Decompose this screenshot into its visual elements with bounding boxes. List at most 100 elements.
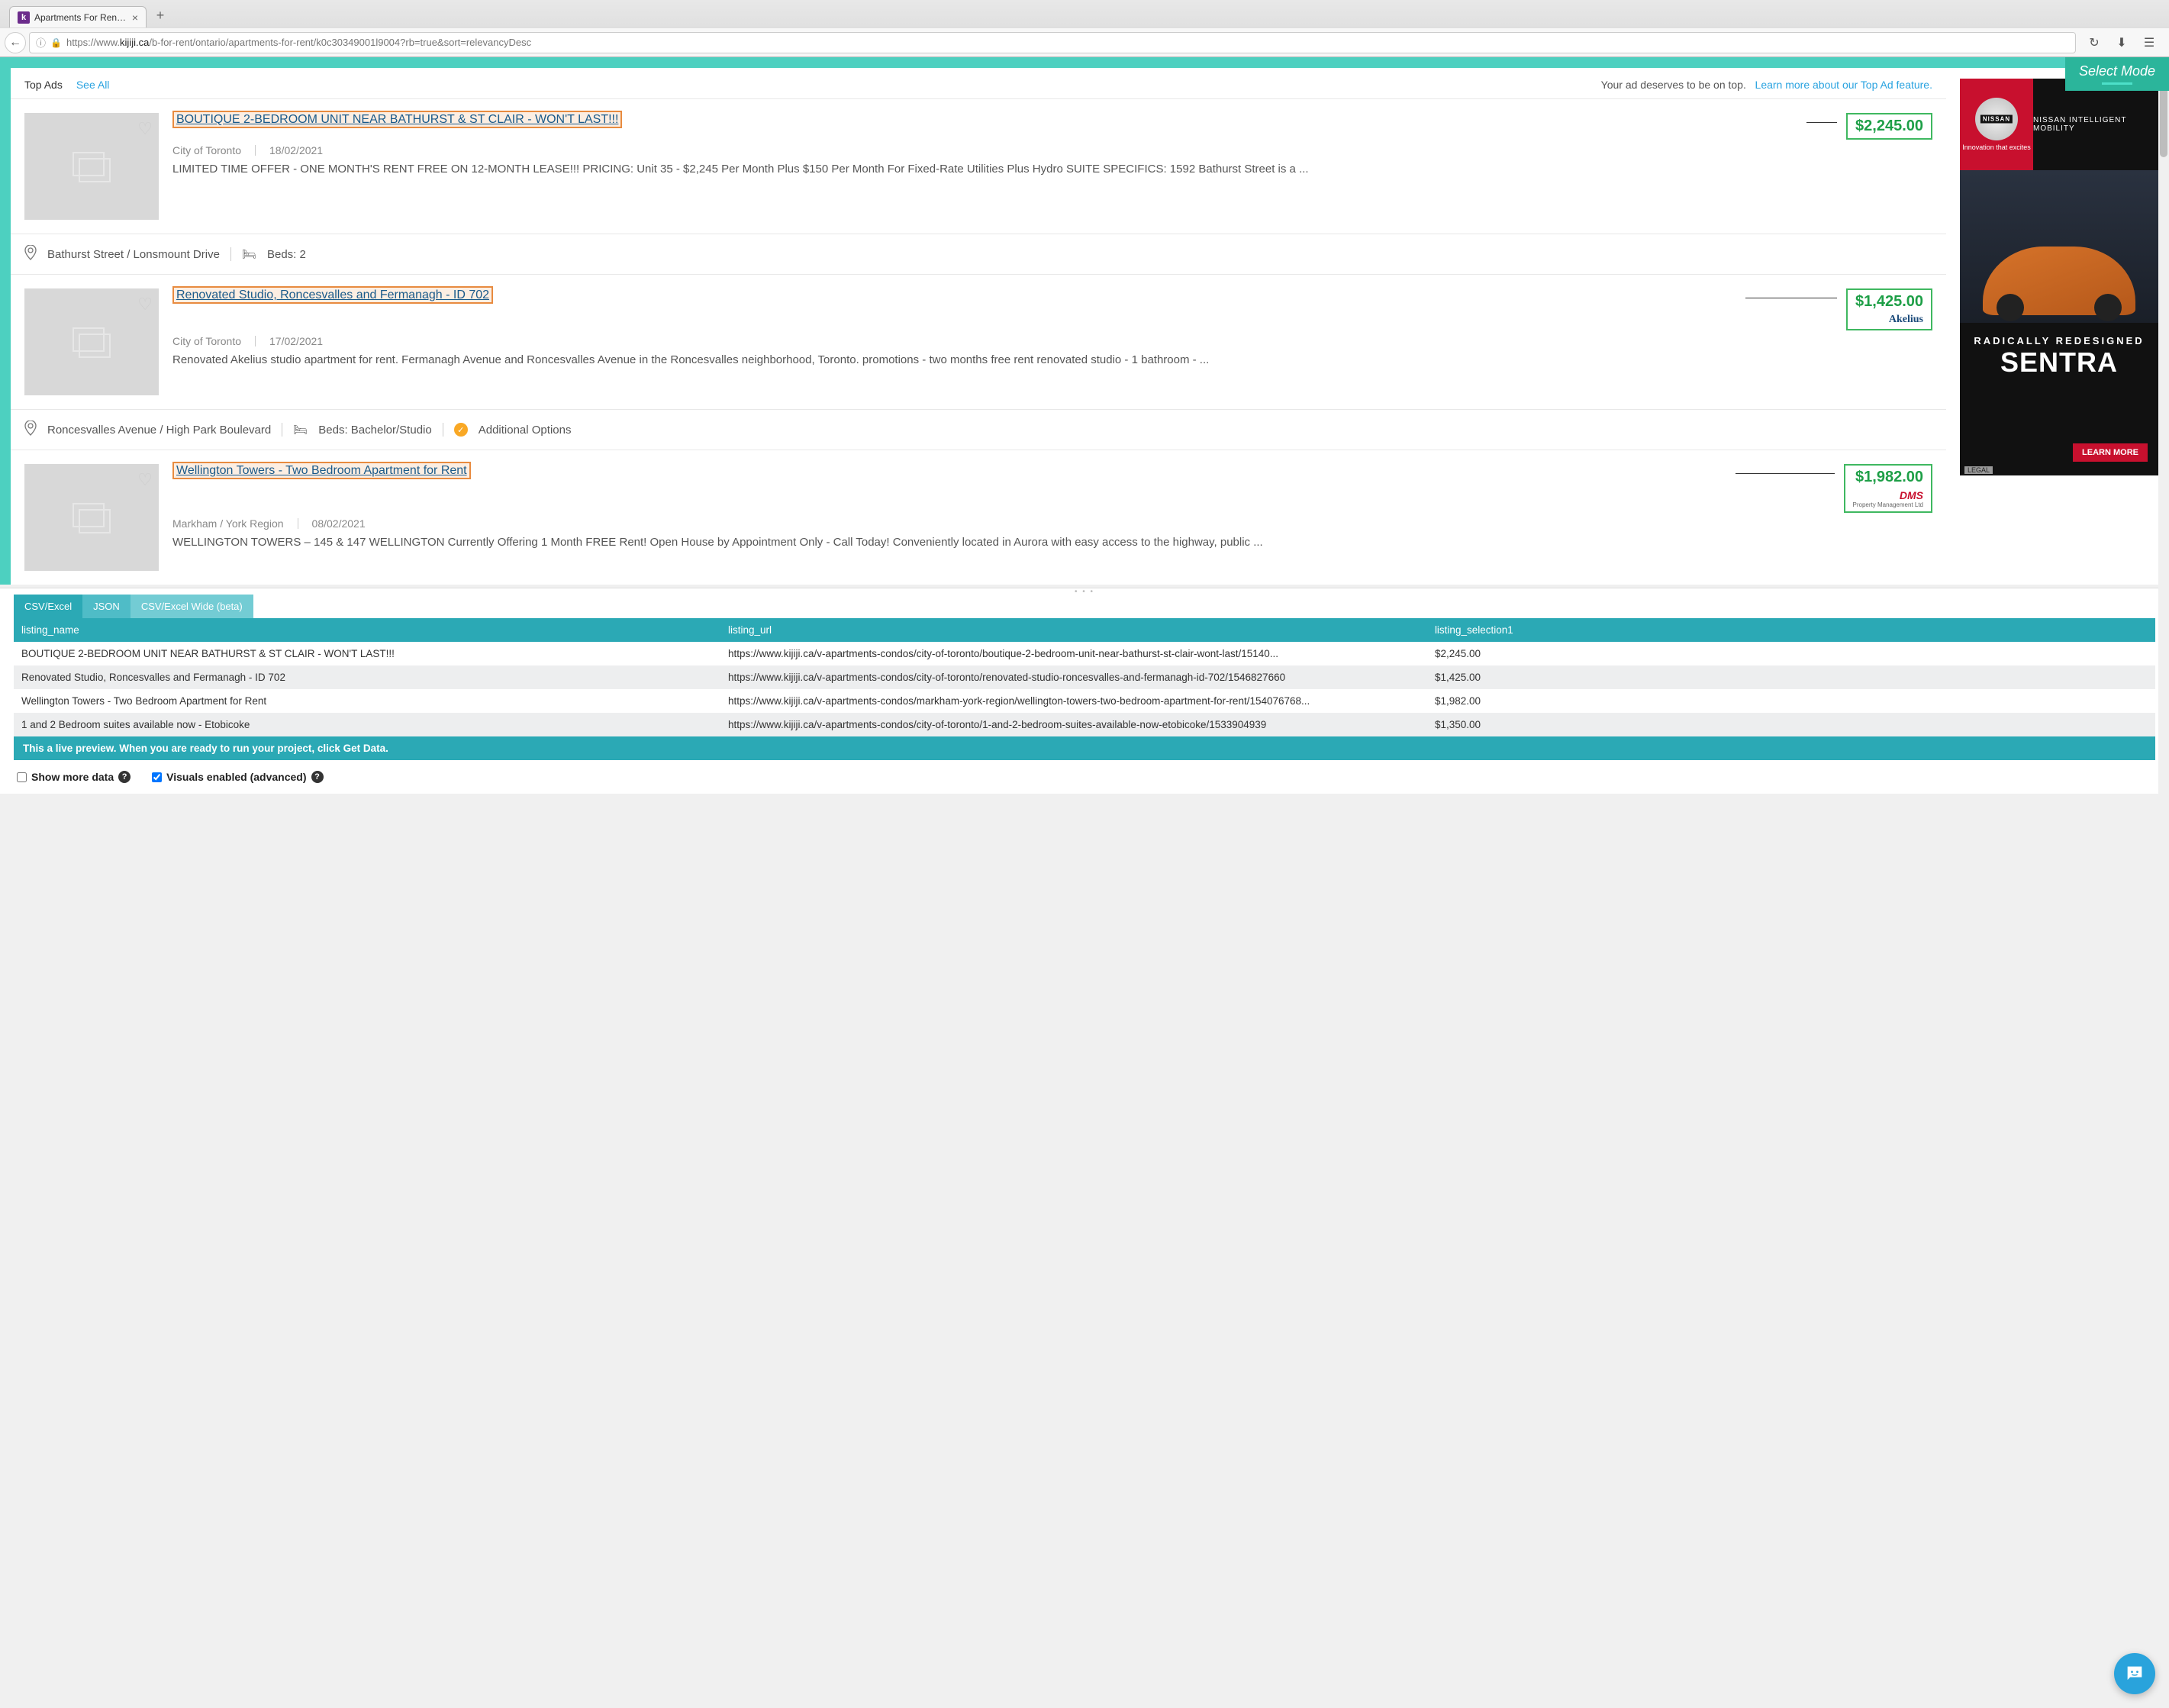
- reload-icon[interactable]: ↻: [2084, 32, 2105, 53]
- col-listing-selection1[interactable]: listing_selection1: [1427, 618, 2155, 642]
- visuals-enabled-toggle[interactable]: Visuals enabled (advanced) ?: [152, 771, 323, 783]
- top-ads-promo-text: Your ad deserves to be on top.: [1601, 79, 1746, 91]
- cell-selection: $1,982.00: [1427, 689, 2155, 713]
- price-selection-box[interactable]: $1,425.00 Akelius: [1846, 288, 1932, 330]
- panel-resize-handle[interactable]: • • •: [0, 588, 2169, 595]
- listing-title-link[interactable]: BOUTIQUE 2-BEDROOM UNIT NEAR BATHURST & …: [172, 111, 622, 128]
- address-bar[interactable]: ⓘ 🔒 https://www.kijiji.ca/b-for-rent/ont…: [29, 32, 2076, 53]
- listing-city: City of Toronto: [172, 335, 241, 347]
- visuals-checkbox[interactable]: [152, 772, 162, 782]
- browser-chrome: k Apartments For Rent | Kijiji in Ont… ×…: [0, 0, 2169, 57]
- pin-icon: [24, 421, 37, 439]
- nissan-tagline: Innovation that excites: [1962, 143, 2031, 152]
- cell-name: 1 and 2 Bedroom suites available now - E…: [14, 713, 720, 736]
- url-text: https://www.kijiji.ca/b-for-rent/ontario…: [66, 37, 2069, 48]
- listing-thumbnail[interactable]: ♡: [24, 464, 159, 571]
- menu-icon[interactable]: ☰: [2138, 32, 2160, 53]
- listing-description: WELLINGTON TOWERS – 145 & 147 WELLINGTON…: [172, 534, 1932, 552]
- listing-date: 08/02/2021: [312, 517, 366, 530]
- col-listing-url[interactable]: listing_url: [720, 618, 1427, 642]
- listing-thumbnail[interactable]: ♡: [24, 288, 159, 395]
- listing-city: City of Toronto: [172, 144, 241, 156]
- selection-connector-line: [1806, 122, 1837, 123]
- listing-date: 18/02/2021: [269, 144, 323, 156]
- table-row[interactable]: Renovated Studio, Roncesvalles and Ferma…: [14, 665, 2155, 689]
- tab-csv-wide[interactable]: CSV/Excel Wide (beta): [131, 595, 253, 618]
- page-viewport: Select Mode Top Ads See All Your ad dese…: [0, 57, 2169, 585]
- show-more-checkbox[interactable]: [17, 772, 27, 782]
- listing-beds: Beds: 2: [267, 248, 306, 261]
- price-logo: Akelius: [1855, 311, 1923, 326]
- cell-url: https://www.kijiji.ca/v-apartments-condo…: [720, 689, 1427, 713]
- cell-name: Renovated Studio, Roncesvalles and Ferma…: [14, 665, 720, 689]
- price-logo: DMS: [1853, 486, 1924, 501]
- price-logo-subtitle: Property Management Ltd: [1853, 501, 1924, 508]
- lock-icon: 🔒: [50, 37, 62, 48]
- listing-location: Roncesvalles Avenue / High Park Boulevar…: [47, 424, 271, 437]
- preview-options-row: Show more data ? Visuals enabled (advanc…: [0, 760, 2169, 794]
- help-icon[interactable]: ?: [118, 771, 131, 783]
- ad-banner[interactable]: Innovation that excites NISSAN INTELLIGE…: [1960, 79, 2158, 475]
- additional-options[interactable]: Additional Options: [479, 424, 572, 437]
- cell-selection: $2,245.00: [1427, 642, 2155, 665]
- listing-price: $2,245.00: [1855, 118, 1923, 135]
- check-badge-icon: ✓: [454, 423, 468, 437]
- nissan-logo-icon: [1975, 98, 2018, 140]
- downloads-icon[interactable]: ⬇: [2111, 32, 2132, 53]
- listing-card: ♡ Renovated Studio, Roncesvalles and Fer…: [11, 275, 1946, 410]
- favorite-icon[interactable]: ♡: [137, 119, 153, 139]
- top-ads-label: Top Ads: [24, 79, 63, 91]
- ad-car-image: [1960, 170, 2158, 323]
- listing-thumbnail[interactable]: ♡: [24, 113, 159, 220]
- nissan-logo-badge: Innovation that excites: [1960, 79, 2033, 170]
- bed-icon: 🛏: [242, 247, 256, 261]
- col-listing-name[interactable]: listing_name: [14, 618, 720, 642]
- ad-legal-label[interactable]: LEGAL: [1964, 466, 1993, 474]
- cell-name: Wellington Towers - Two Bedroom Apartmen…: [14, 689, 720, 713]
- back-button[interactable]: ←: [5, 32, 26, 53]
- show-more-data-toggle[interactable]: Show more data ?: [17, 771, 131, 783]
- price-selection-box[interactable]: $2,245.00: [1846, 113, 1932, 140]
- listing-card: ♡ Wellington Towers - Two Bedroom Apartm…: [11, 450, 1946, 585]
- selection-connector-line: [1736, 473, 1835, 474]
- cell-selection: $1,350.00: [1427, 713, 2155, 736]
- listing-description: Renovated Akelius studio apartment for r…: [172, 352, 1932, 369]
- chat-widget-button[interactable]: [2114, 1653, 2155, 1694]
- browser-tab[interactable]: k Apartments For Rent | Kijiji in Ont… ×: [9, 6, 147, 27]
- listing-footer: Roncesvalles Avenue / High Park Boulevar…: [11, 410, 1946, 450]
- listing-title-link[interactable]: Wellington Towers - Two Bedroom Apartmen…: [172, 462, 471, 479]
- table-row[interactable]: Wellington Towers - Two Bedroom Apartmen…: [14, 689, 2155, 713]
- favorite-icon[interactable]: ♡: [137, 295, 153, 314]
- ad-top-caption: NISSAN INTELLIGENT MOBILITY: [2033, 79, 2158, 170]
- tab-csv-excel[interactable]: CSV/Excel: [14, 595, 82, 618]
- listing-title-link[interactable]: Renovated Studio, Roncesvalles and Ferma…: [172, 286, 493, 304]
- cell-name: BOUTIQUE 2-BEDROOM UNIT NEAR BATHURST & …: [14, 642, 720, 665]
- tab-favicon: k: [18, 11, 30, 24]
- favorite-icon[interactable]: ♡: [137, 470, 153, 490]
- listing-date: 17/02/2021: [269, 335, 323, 347]
- select-mode-badge[interactable]: Select Mode: [2065, 57, 2169, 91]
- listing-card: ♡ BOUTIQUE 2-BEDROOM UNIT NEAR BATHURST …: [11, 99, 1946, 234]
- listing-price: $1,425.00: [1855, 293, 1923, 311]
- listing-footer: Bathurst Street / Lonsmount Drive 🛏 Beds…: [11, 234, 1946, 275]
- learn-more-link[interactable]: Learn more about our Top Ad feature.: [1755, 79, 1932, 91]
- table-row[interactable]: BOUTIQUE 2-BEDROOM UNIT NEAR BATHURST & …: [14, 642, 2155, 665]
- tab-json[interactable]: JSON: [82, 595, 131, 618]
- listing-price: $1,982.00: [1853, 469, 1924, 486]
- tab-bar: k Apartments For Rent | Kijiji in Ont… ×…: [0, 0, 2169, 27]
- tab-title: Apartments For Rent | Kijiji in Ont…: [34, 12, 127, 23]
- ad-cta-button[interactable]: LEARN MORE: [2073, 443, 2148, 462]
- info-icon[interactable]: ⓘ: [36, 35, 46, 50]
- table-row[interactable]: 1 and 2 Bedroom suites available now - E…: [14, 713, 2155, 736]
- preview-tabs: CSV/Excel JSON CSV/Excel Wide (beta): [0, 595, 2169, 618]
- price-selection-box[interactable]: $1,982.00 DMS Property Management Ltd: [1844, 464, 1933, 513]
- live-preview-notice: This a live preview. When you are ready …: [14, 736, 2155, 760]
- page-scrollbar[interactable]: [2158, 58, 2169, 1510]
- tab-close-icon[interactable]: ×: [132, 11, 138, 24]
- new-tab-button[interactable]: +: [151, 6, 169, 24]
- data-preview-panel: • • • CSV/Excel JSON CSV/Excel Wide (bet…: [0, 588, 2169, 794]
- ad-subtitle: RADICALLY REDESIGNED: [1972, 335, 2146, 346]
- help-icon[interactable]: ?: [311, 771, 324, 783]
- see-all-link[interactable]: See All: [76, 79, 110, 91]
- cell-url: https://www.kijiji.ca/v-apartments-condo…: [720, 665, 1427, 689]
